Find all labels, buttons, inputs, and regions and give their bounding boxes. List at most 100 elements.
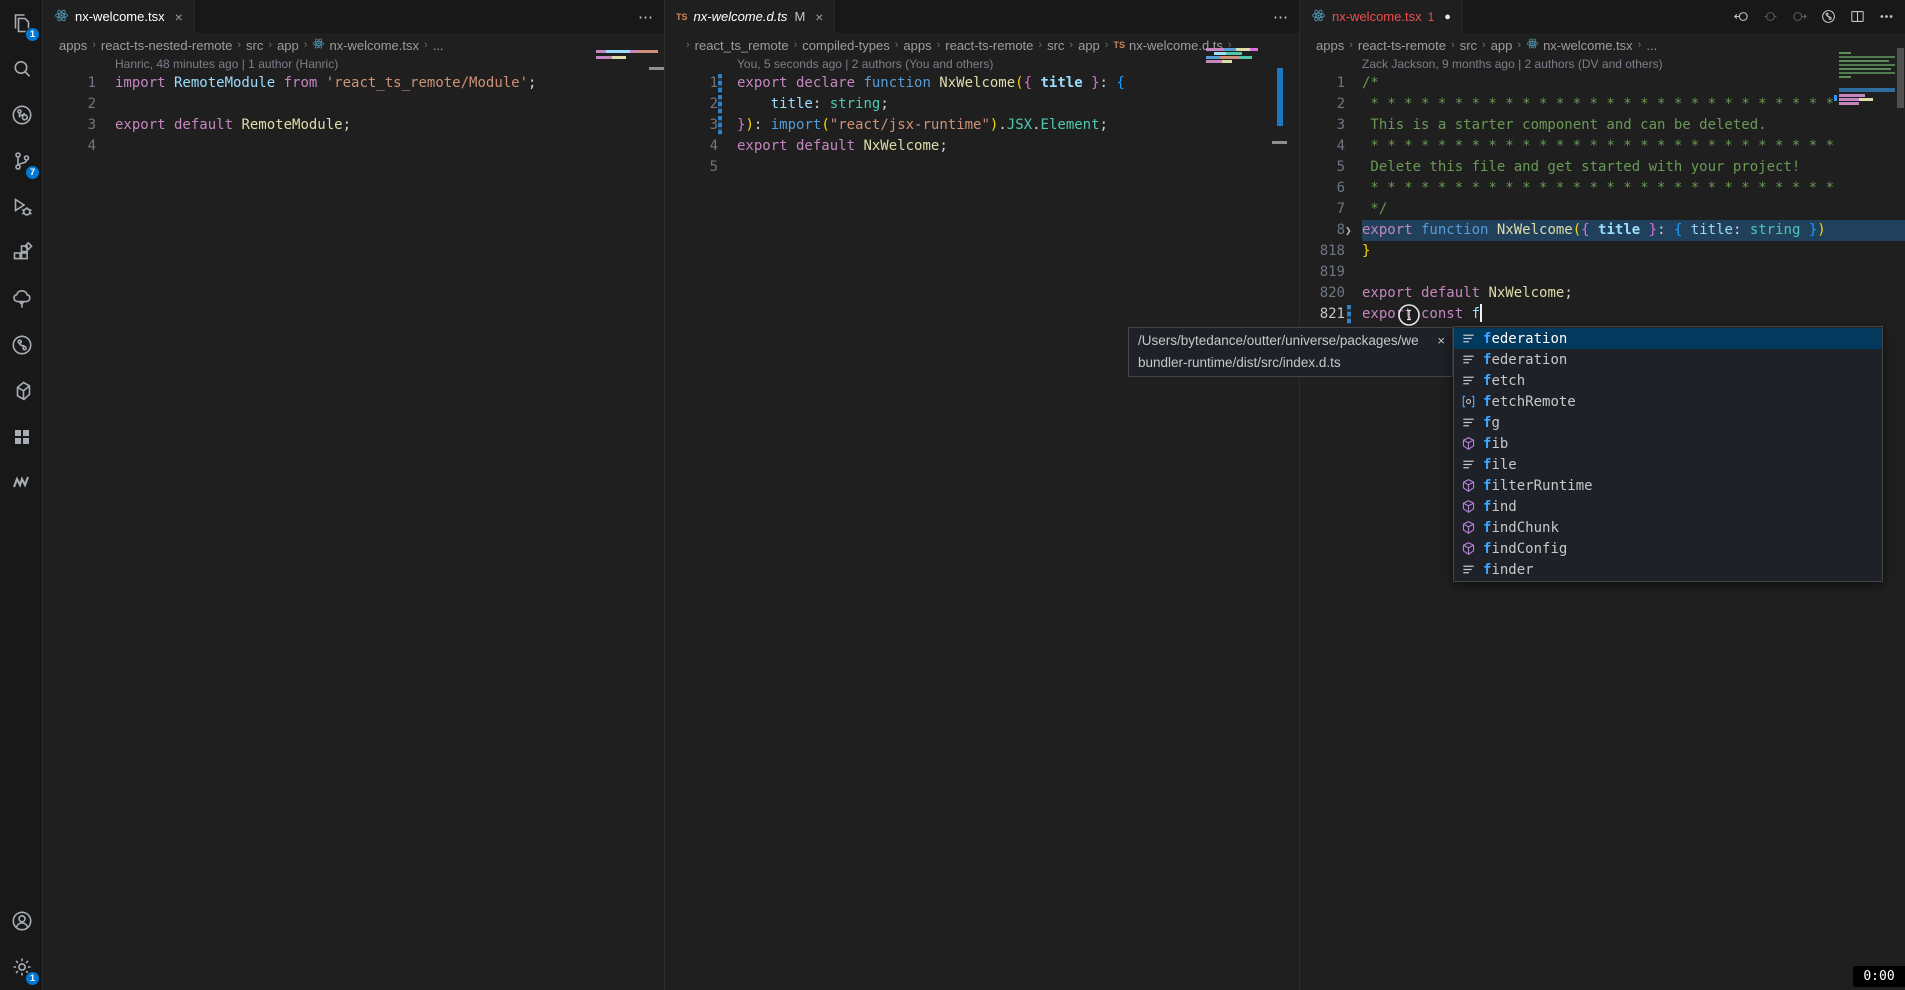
close-icon[interactable]: ×: [175, 9, 183, 25]
explorer-icon[interactable]: 1: [0, 0, 43, 46]
close-icon[interactable]: ×: [815, 9, 823, 25]
breadcrumb-item[interactable]: react-ts-remote: [945, 38, 1033, 53]
editor[interactable]: Zack Jackson, 9 months ago | 2 authors (…: [1300, 57, 1905, 325]
code-text[interactable]: /*: [1362, 73, 1905, 94]
suggestion-item[interactable]: federation: [1454, 328, 1882, 349]
suggestion-item[interactable]: filterRuntime: [1454, 475, 1882, 496]
breadcrumb-item[interactable]: app: [277, 38, 299, 53]
hexagon-box-icon[interactable]: [0, 368, 43, 414]
suggestion-item[interactable]: file: [1454, 454, 1882, 475]
next-change-icon[interactable]: [1791, 8, 1808, 25]
run-debug-icon[interactable]: [0, 184, 43, 230]
breadcrumb-item[interactable]: apps: [1316, 38, 1344, 53]
code-line[interactable]: 1/*: [1300, 73, 1905, 94]
prev-change-icon[interactable]: [1733, 8, 1750, 25]
code-line[interactable]: 2: [43, 94, 664, 115]
code-line[interactable]: 4: [43, 136, 664, 157]
minimap-right[interactable]: [1839, 52, 1851, 54]
breadcrumb-item[interactable]: react-ts-nested-remote: [101, 38, 233, 53]
code-text[interactable]: * * * * * * * * * * * * * * * * * * * * …: [1362, 178, 1905, 199]
breadcrumb-item[interactable]: nx-welcome.tsx: [312, 37, 419, 53]
code-line[interactable]: 819: [1300, 262, 1905, 283]
code-text[interactable]: This is a starter component and can be d…: [1362, 115, 1905, 136]
fold-chevron-icon[interactable]: ❯: [1345, 220, 1352, 241]
code-line[interactable]: 2 title: string;: [665, 94, 1299, 115]
suggestion-item[interactable]: fetchRemote: [1454, 391, 1882, 412]
code-line[interactable]: 820export default NxWelcome;: [1300, 283, 1905, 304]
suggestion-item[interactable]: finder: [1454, 559, 1882, 580]
tab-nx-welcome-tsx[interactable]: nx-welcome.tsx ×: [43, 0, 195, 33]
code-text[interactable]: export declare function NxWelcome({ titl…: [737, 73, 1299, 94]
source-control-icon[interactable]: 7: [0, 138, 43, 184]
code-text[interactable]: export default NxWelcome;: [737, 136, 1299, 157]
code-text[interactable]: title: string;: [737, 94, 1299, 115]
breadcrumb-item[interactable]: apps: [903, 38, 931, 53]
code-line[interactable]: 6 * * * * * * * * * * * * * * * * * * * …: [1300, 178, 1905, 199]
breadcrumb-item[interactable]: src: [1047, 38, 1064, 53]
code-text[interactable]: [1362, 262, 1905, 283]
suggestion-item[interactable]: find: [1454, 496, 1882, 517]
code-text[interactable]: }): import("react/jsx-runtime").JSX.Elem…: [737, 115, 1299, 136]
code-line[interactable]: 821export const f: [1300, 304, 1905, 325]
circle-branch-at-icon[interactable]: [0, 92, 43, 138]
code-area[interactable]: 1import RemoteModule from 'react_ts_remo…: [43, 73, 664, 157]
code-line[interactable]: 3}): import("react/jsx-runtime").JSX.Ele…: [665, 115, 1299, 136]
code-line[interactable]: 4export default NxWelcome;: [665, 136, 1299, 157]
breadcrumb-item[interactable]: ...: [1646, 38, 1657, 53]
search-icon[interactable]: [0, 46, 43, 92]
breadcrumb-item[interactable]: react_ts_remote: [695, 38, 789, 53]
compare-icon[interactable]: [1762, 8, 1779, 25]
code-line[interactable]: 2 * * * * * * * * * * * * * * * * * * * …: [1300, 94, 1905, 115]
code-text[interactable]: Delete this file and get started with yo…: [1362, 157, 1905, 178]
file-history-icon[interactable]: [1820, 8, 1837, 25]
breadcrumb-item[interactable]: react-ts-remote: [1358, 38, 1446, 53]
code-text[interactable]: export default NxWelcome;: [1362, 283, 1905, 304]
suggestion-item[interactable]: fg: [1454, 412, 1882, 433]
grid-squares-icon[interactable]: [0, 414, 43, 460]
accounts-icon[interactable]: [0, 898, 43, 944]
code-text[interactable]: export const f: [1362, 304, 1905, 325]
code-text[interactable]: * * * * * * * * * * * * * * * * * * * * …: [1362, 136, 1905, 157]
suggestion-item[interactable]: fetch: [1454, 370, 1882, 391]
settings-icon[interactable]: 1: [0, 944, 43, 990]
close-icon[interactable]: ×: [1437, 330, 1445, 352]
code-text[interactable]: import RemoteModule from 'react_ts_remot…: [115, 73, 664, 94]
code-line[interactable]: 1export declare function NxWelcome({ tit…: [665, 73, 1299, 94]
suggestion-item[interactable]: findChunk: [1454, 517, 1882, 538]
breadcrumb-item[interactable]: src: [1460, 38, 1477, 53]
code-text[interactable]: }: [1362, 241, 1905, 262]
tab-nx-welcome-tsx-remote[interactable]: nx-welcome.tsx 1 ●: [1300, 0, 1463, 33]
code-line[interactable]: 3export default RemoteModule;: [43, 115, 664, 136]
code-text[interactable]: * * * * * * * * * * * * * * * * * * * * …: [1362, 94, 1905, 115]
code-text[interactable]: export function NxWelcome({ title }: { t…: [1362, 220, 1905, 241]
circle-commit-graph-icon[interactable]: [0, 322, 43, 368]
suggestion-item[interactable]: findConfig: [1454, 538, 1882, 559]
code-line[interactable]: 5: [665, 157, 1299, 178]
code-text[interactable]: */: [1362, 199, 1905, 220]
breadcrumb-item[interactable]: compiled-types: [802, 38, 889, 53]
breadcrumb-item[interactable]: src: [246, 38, 263, 53]
suggestion-item[interactable]: federation: [1454, 349, 1882, 370]
minimap-middle[interactable]: [1206, 48, 1258, 51]
extensions-icon[interactable]: [0, 230, 43, 276]
code-text[interactable]: export default RemoteModule;: [115, 115, 664, 136]
code-line[interactable]: 818}: [1300, 241, 1905, 262]
breadcrumb-item[interactable]: apps: [59, 38, 87, 53]
scrollbar-right[interactable]: [1897, 48, 1904, 108]
editor[interactable]: You, 5 seconds ago | 2 authors (You and …: [665, 57, 1299, 178]
more-actions-icon[interactable]: ⋯: [638, 8, 654, 26]
editor[interactable]: Hanric, 48 minutes ago | 1 author (Hanri…: [43, 57, 664, 157]
tree-check-icon[interactable]: [0, 276, 43, 322]
code-line[interactable]: 8❯export function NxWelcome({ title }: {…: [1300, 220, 1905, 241]
code-line[interactable]: 3 This is a starter component and can be…: [1300, 115, 1905, 136]
code-text[interactable]: [115, 136, 664, 157]
more-actions-icon[interactable]: ⋯: [1273, 8, 1289, 26]
code-line[interactable]: 5 Delete this file and get started with …: [1300, 157, 1905, 178]
breadcrumb-item[interactable]: nx-welcome.tsx: [1526, 37, 1633, 53]
code-line[interactable]: 7 */: [1300, 199, 1905, 220]
code-text[interactable]: [115, 94, 664, 115]
suggestion-item[interactable]: fib: [1454, 433, 1882, 454]
code-line[interactable]: 1import RemoteModule from 'react_ts_remo…: [43, 73, 664, 94]
code-line[interactable]: 4 * * * * * * * * * * * * * * * * * * * …: [1300, 136, 1905, 157]
breadcrumb-item[interactable]: ...: [433, 38, 444, 53]
